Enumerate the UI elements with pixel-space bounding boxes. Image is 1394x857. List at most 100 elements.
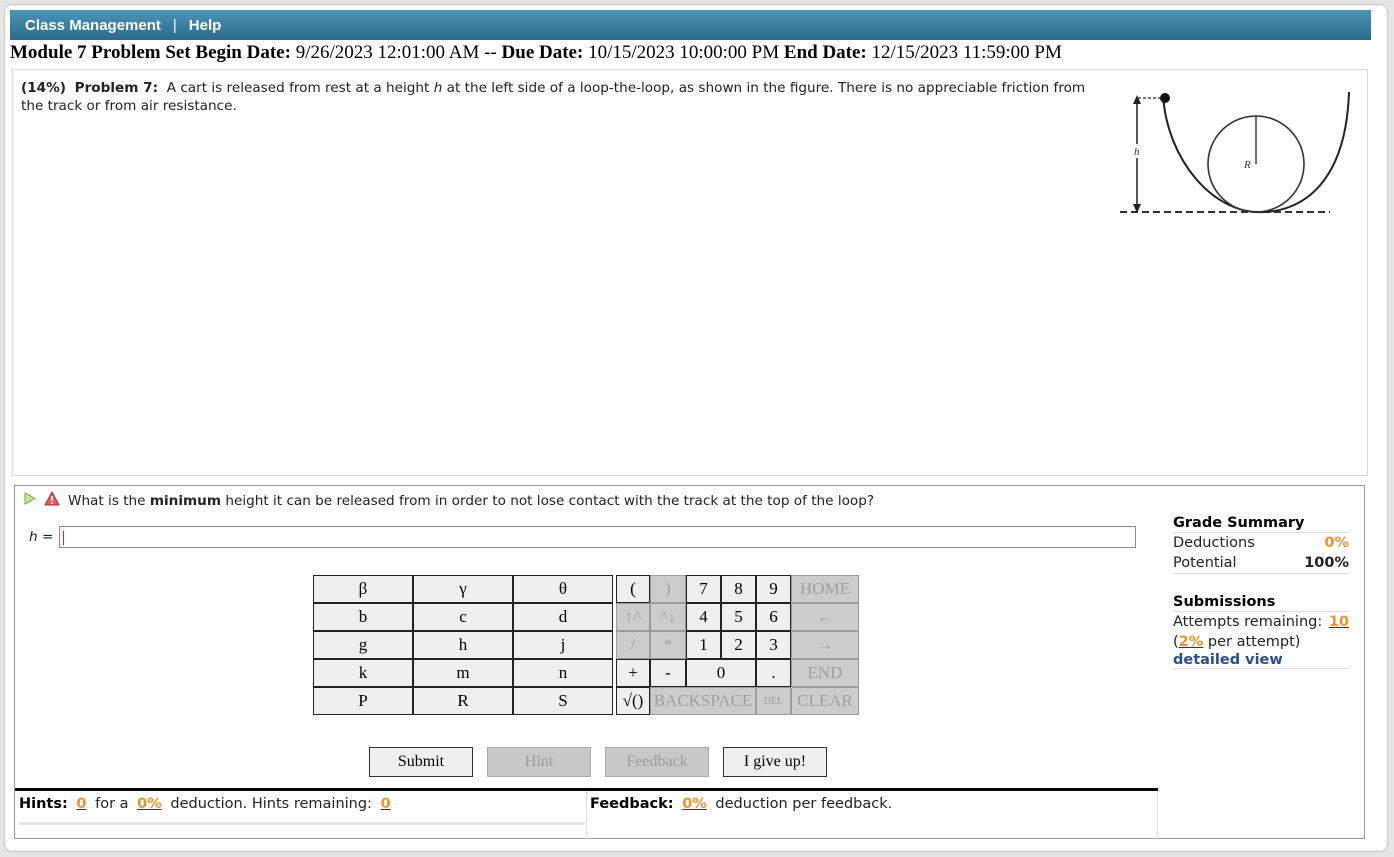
key-end: END: [791, 659, 859, 687]
nav-class-management[interactable]: Class Management: [25, 17, 161, 34]
key-4[interactable]: 4: [686, 603, 721, 631]
key-d[interactable]: d: [513, 603, 613, 631]
hints-deduction-text: deduction. Hints remaining:: [170, 796, 372, 812]
key-right-arrow: →: [791, 631, 859, 659]
key-power-up: ↑^: [616, 603, 650, 631]
key-plus[interactable]: +: [616, 659, 650, 687]
detailed-view-link[interactable]: detailed view: [1173, 652, 1349, 669]
key-R[interactable]: R: [413, 687, 513, 715]
problem-set-dates: Module 7 Problem Set Begin Date: 9/26/20…: [10, 41, 1371, 65]
key-open-paren[interactable]: (: [616, 575, 650, 603]
top-nav-bar: Class Management | Help: [10, 10, 1371, 40]
feedback-label: Feedback:: [590, 796, 674, 812]
hints-feedback-bar: Hints: 0 for a 0% deduction. Hints remai…: [15, 788, 1158, 839]
nav-separator: |: [172, 16, 177, 34]
key-S[interactable]: S: [513, 687, 613, 715]
give-up-button[interactable]: I give up!: [723, 747, 827, 777]
per-attempt-text: per attempt): [1207, 634, 1301, 650]
height-label: h: [1134, 146, 1140, 158]
answer-row: h =: [29, 526, 1137, 548]
key-5[interactable]: 5: [721, 603, 756, 631]
cart-ball: [1160, 93, 1170, 103]
begin-date-label: Begin Date:: [195, 42, 291, 63]
text-caret: [63, 531, 65, 545]
key-j[interactable]: j: [513, 631, 613, 659]
key-9[interactable]: 9: [756, 575, 791, 603]
hints-deduction: 0%: [137, 796, 162, 812]
submissions-title: Submissions: [1173, 594, 1349, 612]
question-prompt: What is the minimum height it can be rel…: [23, 490, 875, 510]
key-k[interactable]: k: [313, 659, 413, 687]
hints-label: Hints:: [19, 796, 68, 812]
height-arrow-top: [1133, 95, 1141, 104]
hints-info: Hints: 0 for a 0% deduction. Hints remai…: [19, 796, 395, 812]
key-P[interactable]: P: [313, 687, 413, 715]
end-date-label: End Date:: [783, 42, 867, 63]
problem-statement: (14%) Problem 7: A cart is released from…: [21, 79, 1111, 115]
key-beta[interactable]: β: [313, 575, 413, 603]
warning-icon: [44, 490, 60, 510]
key-0[interactable]: 0: [686, 659, 756, 687]
grade-summary-title: Grade Summary: [1173, 515, 1349, 533]
key-minus[interactable]: -: [650, 659, 686, 687]
radius-label: R: [1243, 159, 1251, 171]
hints-divider: [19, 822, 585, 825]
key-1[interactable]: 1: [686, 631, 721, 659]
problem-variable: h: [433, 80, 443, 96]
key-delete: DEL: [756, 687, 791, 715]
key-c[interactable]: c: [413, 603, 513, 631]
per-attempt-row: (2% per attempt): [1173, 634, 1301, 650]
deductions-value: 0%: [1324, 535, 1349, 551]
hints-for-a: for a: [95, 796, 129, 812]
column-divider-right: [1157, 791, 1158, 839]
key-7[interactable]: 7: [686, 575, 721, 603]
hints-remaining: 0: [380, 796, 391, 812]
key-g[interactable]: g: [313, 631, 413, 659]
problem-text-1: A cart is released from rest at a height: [166, 80, 430, 96]
due-date-label: Due Date:: [501, 42, 584, 63]
question-emphasis: minimum: [149, 492, 222, 509]
feedback-text: deduction per feedback.: [715, 796, 893, 812]
key-power-down: ^↓: [650, 603, 686, 631]
question-text-2: height it can be released from in order …: [225, 492, 875, 509]
key-multiply: *: [650, 631, 686, 659]
key-n[interactable]: n: [513, 659, 613, 687]
key-h[interactable]: h: [413, 631, 513, 659]
action-buttons: Submit Hint Feedback I give up!: [369, 747, 827, 777]
problem-weight: (14%): [21, 80, 66, 96]
loop-the-loop-figure: h R: [1120, 91, 1350, 214]
key-decimal[interactable]: .: [756, 659, 791, 687]
grade-summary-panel: Grade Summary Deductions 0% Potential 10…: [1173, 515, 1349, 669]
hint-button: Hint: [487, 747, 591, 777]
potential-row: Potential 100%: [1173, 553, 1349, 574]
key-8[interactable]: 8: [721, 575, 756, 603]
deductions-label: Deductions: [1173, 535, 1255, 551]
deductions-row: Deductions 0%: [1173, 533, 1349, 553]
key-b[interactable]: b: [313, 603, 413, 631]
potential-value: 100%: [1304, 555, 1349, 571]
due-date-value: 10/15/2023 10:00:00 PM: [588, 42, 780, 63]
question-box: What is the minimum height it can be rel…: [14, 485, 1365, 839]
key-3[interactable]: 3: [756, 631, 791, 659]
play-icon[interactable]: [23, 492, 37, 509]
key-2[interactable]: 2: [721, 631, 756, 659]
begin-date-value: 9/26/2023 12:01:00 AM: [295, 42, 480, 63]
attempts-value: 10: [1328, 614, 1349, 630]
attempts-row: Attempts remaining: 10: [1173, 612, 1349, 632]
key-close-paren: ): [650, 575, 686, 603]
key-sqrt[interactable]: √(): [616, 687, 650, 715]
nav-help[interactable]: Help: [189, 17, 222, 34]
key-m[interactable]: m: [413, 659, 513, 687]
feedback-button: Feedback: [605, 747, 709, 777]
key-home: HOME: [791, 575, 859, 603]
answer-label: h =: [29, 529, 54, 545]
problem-statement-box: (14%) Problem 7: A cart is released from…: [12, 69, 1368, 476]
per-attempt-value: 2%: [1178, 634, 1204, 650]
key-theta[interactable]: θ: [513, 575, 613, 603]
column-divider: [586, 791, 587, 839]
key-gamma[interactable]: γ: [413, 575, 513, 603]
key-6[interactable]: 6: [756, 603, 791, 631]
key-divide: /: [616, 631, 650, 659]
answer-input[interactable]: [59, 526, 1137, 548]
submit-button[interactable]: Submit: [369, 747, 473, 777]
